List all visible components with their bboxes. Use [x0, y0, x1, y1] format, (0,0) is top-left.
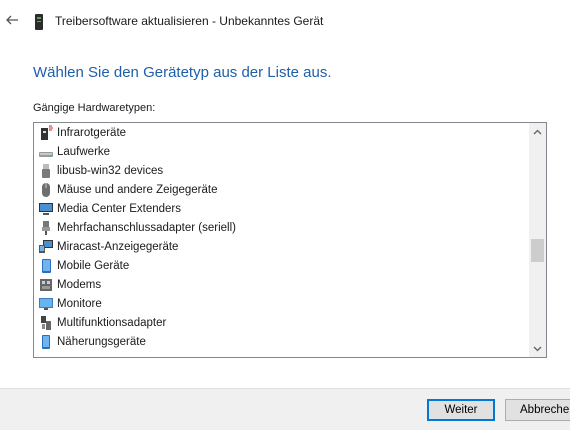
usb-icon: [42, 163, 50, 178]
chevron-down-icon: [533, 346, 542, 351]
infrared-icon: [41, 125, 53, 140]
proximity-device-icon: [42, 334, 50, 349]
mobile-device-icon: [42, 258, 51, 273]
list-item[interactable]: Multifunktionsadapter: [38, 313, 166, 332]
list-item[interactable]: Modems: [38, 275, 101, 294]
multifunction-adapter-icon: [41, 315, 51, 330]
modem-icon: [40, 278, 52, 291]
list-item[interactable]: Mehrfachanschlussadapter (seriell): [38, 218, 236, 237]
dialog-footer: Weiter Abbreche: [0, 388, 570, 430]
window-title: Treibersoftware aktualisieren - Unbekann…: [55, 14, 324, 28]
list-item-label: Mobile Geräte: [57, 259, 130, 272]
list-item[interactable]: Mäuse und andere Zeigegeräte: [38, 180, 217, 199]
next-button[interactable]: Weiter: [427, 399, 495, 421]
cancel-button[interactable]: Abbreche: [505, 399, 570, 421]
list-item-label: Miracast-Anzeigegeräte: [57, 240, 179, 253]
device-icon: [35, 14, 43, 30]
list-item[interactable]: Mobile Geräte: [38, 256, 129, 275]
list-item[interactable]: Näherungsgeräte: [38, 332, 146, 351]
list-item-label: Monitore: [57, 297, 102, 310]
monitor-icon: [39, 297, 53, 310]
hardware-types-label: Gängige Hardwaretypen:: [33, 102, 156, 114]
list-item-label: Multifunktionsadapter: [57, 316, 167, 329]
list-item[interactable]: Infrarotgeräte: [38, 123, 126, 142]
scroll-down-button[interactable]: [529, 340, 546, 357]
mouse-icon: [42, 182, 50, 197]
scroll-thumb[interactable]: [531, 239, 544, 262]
list-item[interactable]: Monitore: [38, 294, 102, 313]
chevron-up-icon: [533, 129, 542, 134]
monitor-icon: [39, 202, 53, 215]
miracast-icon: [39, 239, 53, 253]
scroll-up-button[interactable]: [529, 123, 546, 140]
list-scrollbar[interactable]: [529, 123, 546, 357]
list-item-label: Laufwerke: [57, 145, 111, 158]
list-item-label: Infrarotgeräte: [57, 126, 127, 139]
list-item-label: Mehrfachanschlussadapter (seriell): [57, 221, 236, 234]
list-item[interactable]: Laufwerke: [38, 142, 110, 161]
list-item[interactable]: libusb-win32 devices: [38, 161, 163, 180]
list-item-label: Näherungsgeräte: [57, 335, 146, 348]
list-item-label: Modems: [57, 278, 102, 291]
list-item-label: Media Center Extenders: [57, 202, 182, 215]
serial-adapter-icon: [42, 220, 50, 235]
list-item-label: Mäuse und andere Zeigegeräte: [57, 183, 218, 196]
drive-icon: [39, 151, 53, 157]
list-item[interactable]: Miracast-Anzeigegeräte: [38, 237, 178, 256]
page-heading: Wählen Sie den Gerätetyp aus der Liste a…: [33, 64, 332, 81]
list-item-label: libusb-win32 devices: [57, 164, 164, 177]
list-item[interactable]: Media Center Extenders: [38, 199, 181, 218]
hardware-type-list[interactable]: Infrarotgeräte Laufwerke libusb-win32 de…: [33, 122, 547, 358]
back-arrow-icon[interactable]: [4, 12, 20, 28]
